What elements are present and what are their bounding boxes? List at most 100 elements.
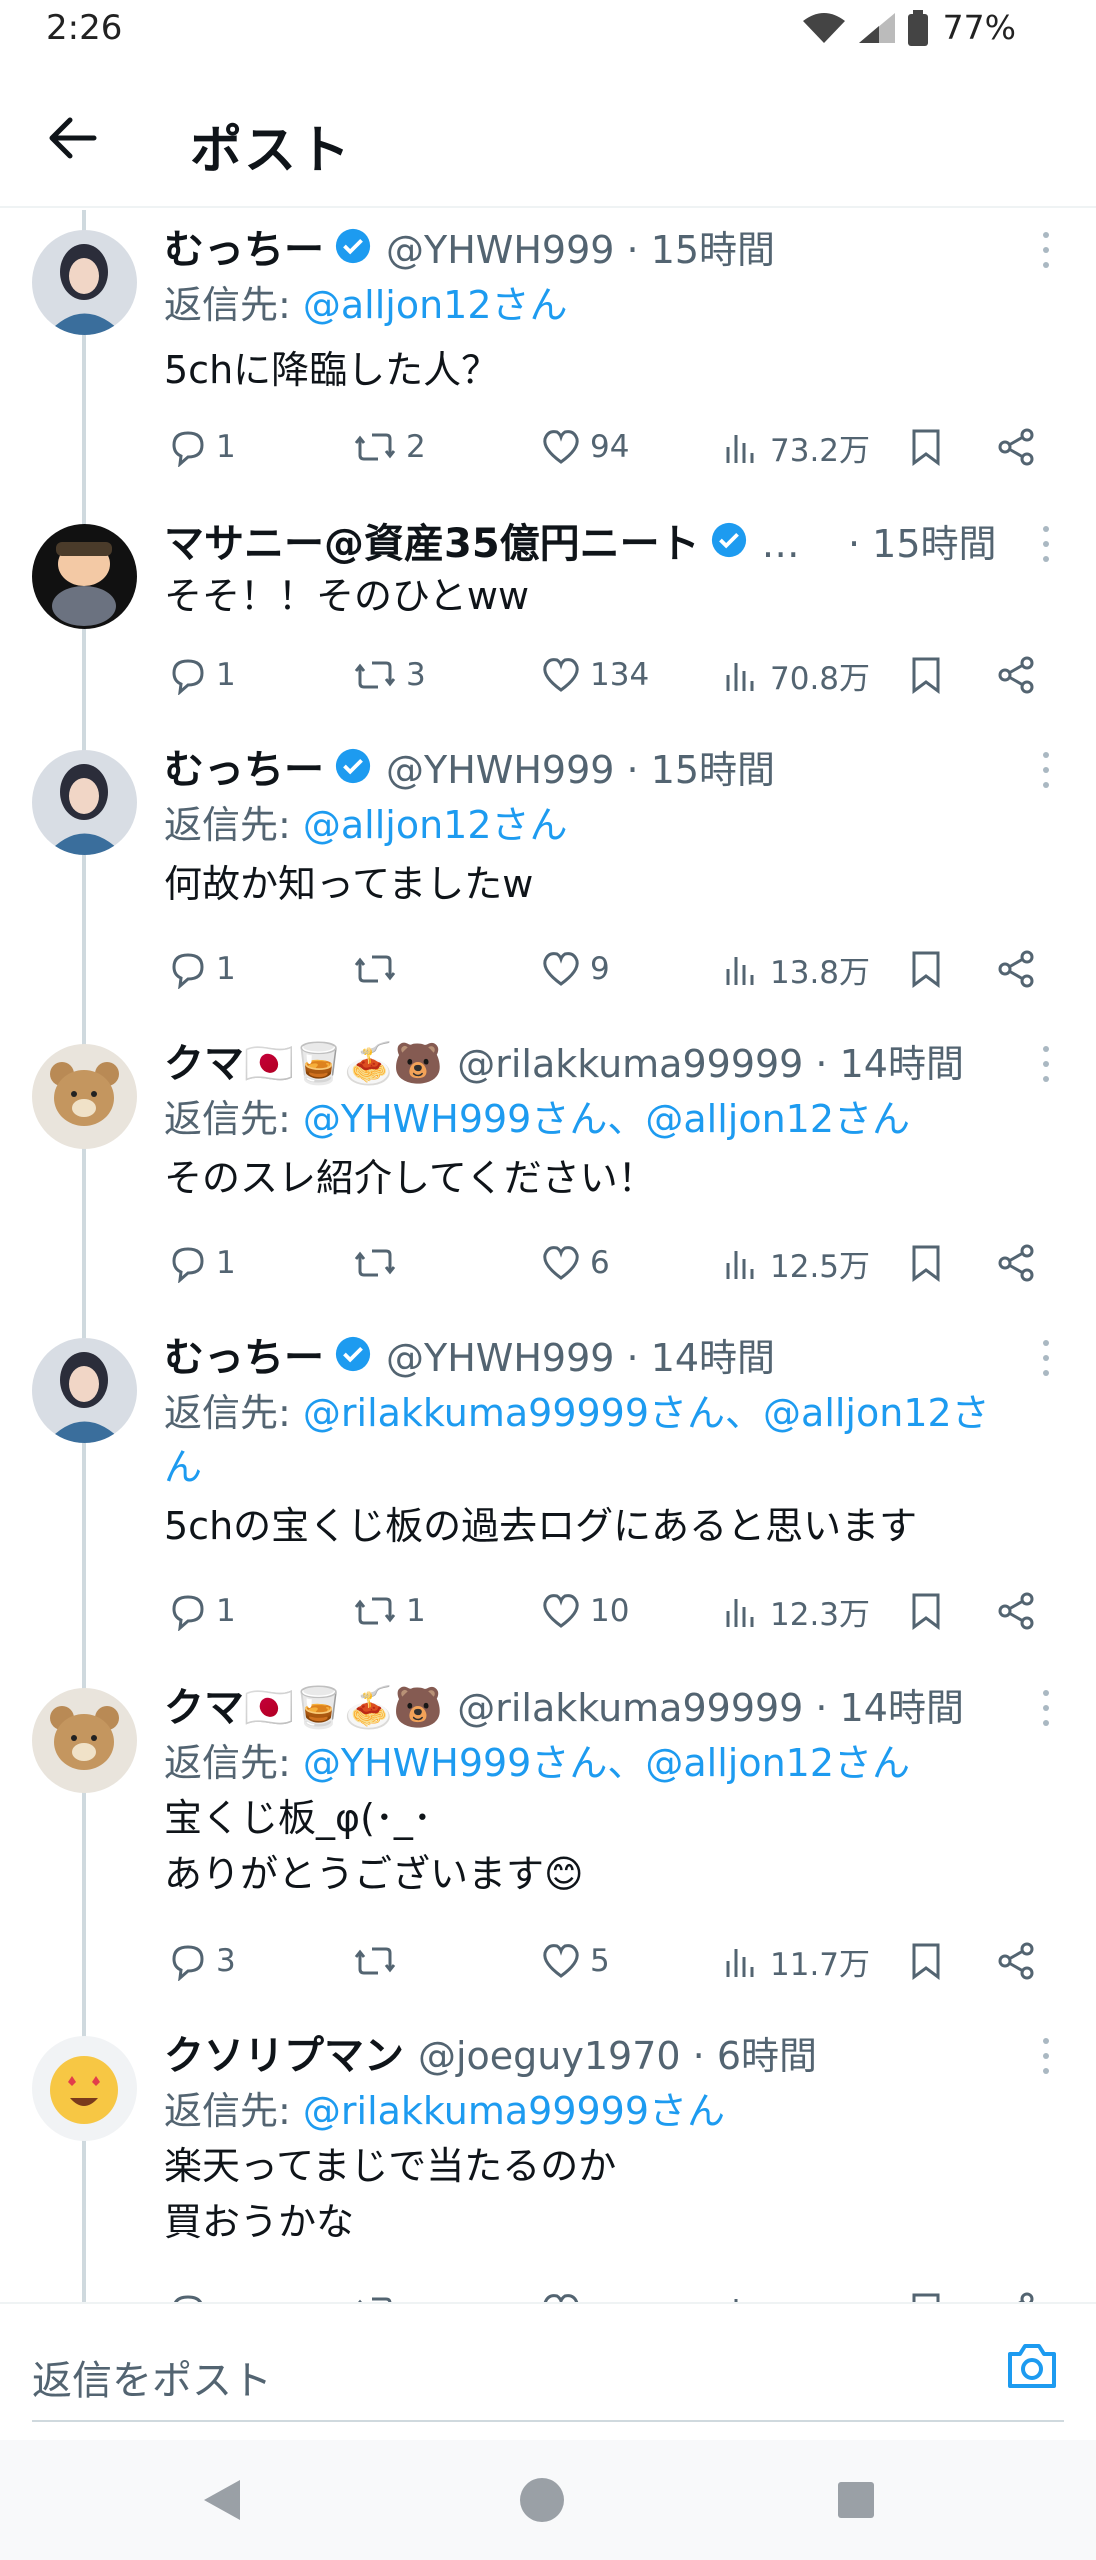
- views-chart-icon: [726, 663, 754, 691]
- repost-button[interactable]: 3: [352, 650, 426, 700]
- views-button[interactable]: 13.8万: [722, 944, 870, 994]
- like-button[interactable]: 10: [540, 1586, 629, 1636]
- more-options-icon[interactable]: [1040, 524, 1052, 564]
- share-button[interactable]: [996, 944, 1036, 994]
- more-options-icon[interactable]: [1040, 1688, 1052, 1728]
- tweet-text: そのスレ紹介してください！: [164, 1156, 656, 1200]
- reply-button[interactable]: [168, 2286, 208, 2302]
- repost-button[interactable]: [352, 2286, 398, 2302]
- views-button[interactable]: 70.8万: [722, 650, 870, 700]
- reply-input[interactable]: 返信をポスト: [32, 2348, 272, 2406]
- views-button[interactable]: 11.7万: [722, 1936, 870, 1986]
- bookmark-button[interactable]: [908, 2286, 944, 2302]
- more-options-icon[interactable]: [1040, 1338, 1052, 1378]
- like-button[interactable]: [540, 2286, 582, 2302]
- mention-link[interactable]: @alljon12さん: [303, 803, 568, 847]
- share-button[interactable]: [996, 650, 1036, 700]
- like-button[interactable]: 134: [540, 650, 649, 700]
- verified-badge-icon: [335, 1336, 371, 1372]
- more-options-icon[interactable]: [1040, 230, 1052, 270]
- share-icon: [998, 1942, 1034, 1980]
- signal-icon: [858, 12, 895, 43]
- reply-button[interactable]: 1: [168, 944, 236, 994]
- tweet-text: そそ！！そのひとww: [164, 574, 530, 618]
- display-name[interactable]: むっちー: [164, 217, 324, 275]
- tweet[interactable]: むっちー @YHWH999 · 15時間 返信先: @alljon12さん 何故…: [0, 730, 1096, 1020]
- tweet[interactable]: むっちー @YHWH999 · 14時間 返信先: @rilakkuma9999…: [0, 1318, 1096, 1668]
- mention-link[interactable]: @YHWH999さん、@alljon12さん: [303, 1741, 910, 1785]
- verified-badge-icon: [335, 228, 371, 264]
- avatar[interactable]: [32, 230, 137, 335]
- display-name[interactable]: クマ🇯🇵🥃🍝🐻: [164, 1031, 443, 1089]
- display-name[interactable]: クマ🇯🇵🥃🍝🐻: [164, 1675, 443, 1733]
- like-button[interactable]: 6: [540, 1238, 610, 1288]
- like-button[interactable]: 9: [540, 944, 610, 994]
- repost-button[interactable]: 1: [352, 1586, 426, 1636]
- repost-icon: [354, 1249, 396, 1277]
- more-options-icon[interactable]: [1040, 750, 1052, 790]
- more-options-icon[interactable]: [1040, 1044, 1052, 1084]
- mention-link[interactable]: @alljon12さん: [303, 283, 568, 327]
- tweet-actions: 1 6 12.5万: [164, 1238, 1064, 1288]
- reply-button[interactable]: 1: [168, 1238, 236, 1288]
- share-button[interactable]: [996, 1238, 1036, 1288]
- mention-link[interactable]: @YHWH999さん、@alljon12さん: [303, 1097, 910, 1141]
- views-button[interactable]: 73.2万: [722, 422, 870, 472]
- mention-link[interactable]: ん: [164, 1445, 202, 1489]
- heart-icon: [543, 2294, 579, 2302]
- avatar[interactable]: [32, 524, 137, 629]
- share-button[interactable]: [996, 1586, 1036, 1636]
- mention-link[interactable]: @rilakkuma99999さん: [303, 2089, 725, 2133]
- like-button[interactable]: 5: [540, 1936, 610, 1986]
- avatar[interactable]: [32, 750, 137, 855]
- reply-button[interactable]: 1: [168, 1586, 236, 1636]
- avatar[interactable]: [32, 1044, 137, 1149]
- nav-recents-icon[interactable]: [836, 2480, 876, 2520]
- bookmark-button[interactable]: [908, 1586, 944, 1636]
- bookmark-button[interactable]: [908, 944, 944, 994]
- like-button[interactable]: 94: [540, 422, 629, 472]
- avatar[interactable]: [32, 1338, 137, 1443]
- tweet[interactable]: クマ🇯🇵🥃🍝🐻 @rilakkuma99999 · 14時間 返信先: @YHW…: [0, 1024, 1096, 1314]
- display-name[interactable]: むっちー: [164, 737, 324, 795]
- share-icon: [998, 1592, 1034, 1630]
- mention-link[interactable]: @rilakkuma99999さん、@alljon12さ: [303, 1391, 990, 1435]
- verified-badge-icon: [711, 522, 746, 558]
- tweet[interactable]: むっちー @YHWH999 · 15時間 返信先: @alljon12さん 5c…: [0, 210, 1096, 500]
- repost-button[interactable]: [352, 1238, 406, 1288]
- reply-button[interactable]: 1: [168, 422, 236, 472]
- back-arrow-icon[interactable]: [44, 108, 104, 168]
- reply-icon: [172, 431, 204, 467]
- tweet[interactable]: クソリプマン @joeguy1970 · 6時間 返信先: @rilakkuma…: [0, 2016, 1096, 2302]
- nav-back-icon[interactable]: [200, 2476, 244, 2524]
- reply-thread[interactable]: むっちー @YHWH999 · 15時間 返信先: @alljon12さん 5c…: [0, 210, 1096, 2302]
- nav-home-icon[interactable]: [518, 2476, 566, 2524]
- reply-composer[interactable]: 返信をポスト: [0, 2302, 1096, 2428]
- share-button[interactable]: [996, 422, 1036, 472]
- bookmark-button[interactable]: [908, 422, 944, 472]
- avatar[interactable]: [32, 2036, 137, 2141]
- views-button[interactable]: [722, 2286, 762, 2302]
- bookmark-button[interactable]: [908, 650, 944, 700]
- views-button[interactable]: 12.5万: [722, 1238, 870, 1288]
- repost-button[interactable]: [352, 1936, 406, 1986]
- heart-icon: [543, 1944, 579, 1978]
- more-options-icon[interactable]: [1040, 2036, 1052, 2076]
- avatar[interactable]: [32, 1688, 137, 1793]
- views-button[interactable]: 12.3万: [722, 1586, 870, 1636]
- repost-button[interactable]: 2: [352, 422, 426, 472]
- display-name[interactable]: むっちー: [164, 1325, 324, 1383]
- tweet[interactable]: クマ🇯🇵🥃🍝🐻 @rilakkuma99999 · 14時間 返信先: @YHW…: [0, 1668, 1096, 2016]
- display-name[interactable]: クソリプマン: [164, 2023, 404, 2081]
- reply-button[interactable]: 1: [168, 650, 236, 700]
- display-name[interactable]: マサニー@資産35億円ニート: [164, 511, 700, 569]
- bookmark-button[interactable]: [908, 1238, 944, 1288]
- composer-divider: [32, 2420, 1064, 2422]
- repost-button[interactable]: [352, 944, 406, 994]
- camera-icon[interactable]: [1004, 2340, 1060, 2392]
- bookmark-button[interactable]: [908, 1936, 944, 1986]
- share-button[interactable]: [996, 1936, 1036, 1986]
- reply-to-line: 返信先: @alljon12さん: [164, 283, 568, 327]
- share-button[interactable]: [996, 2286, 1036, 2302]
- reply-button[interactable]: 3: [168, 1936, 236, 1986]
